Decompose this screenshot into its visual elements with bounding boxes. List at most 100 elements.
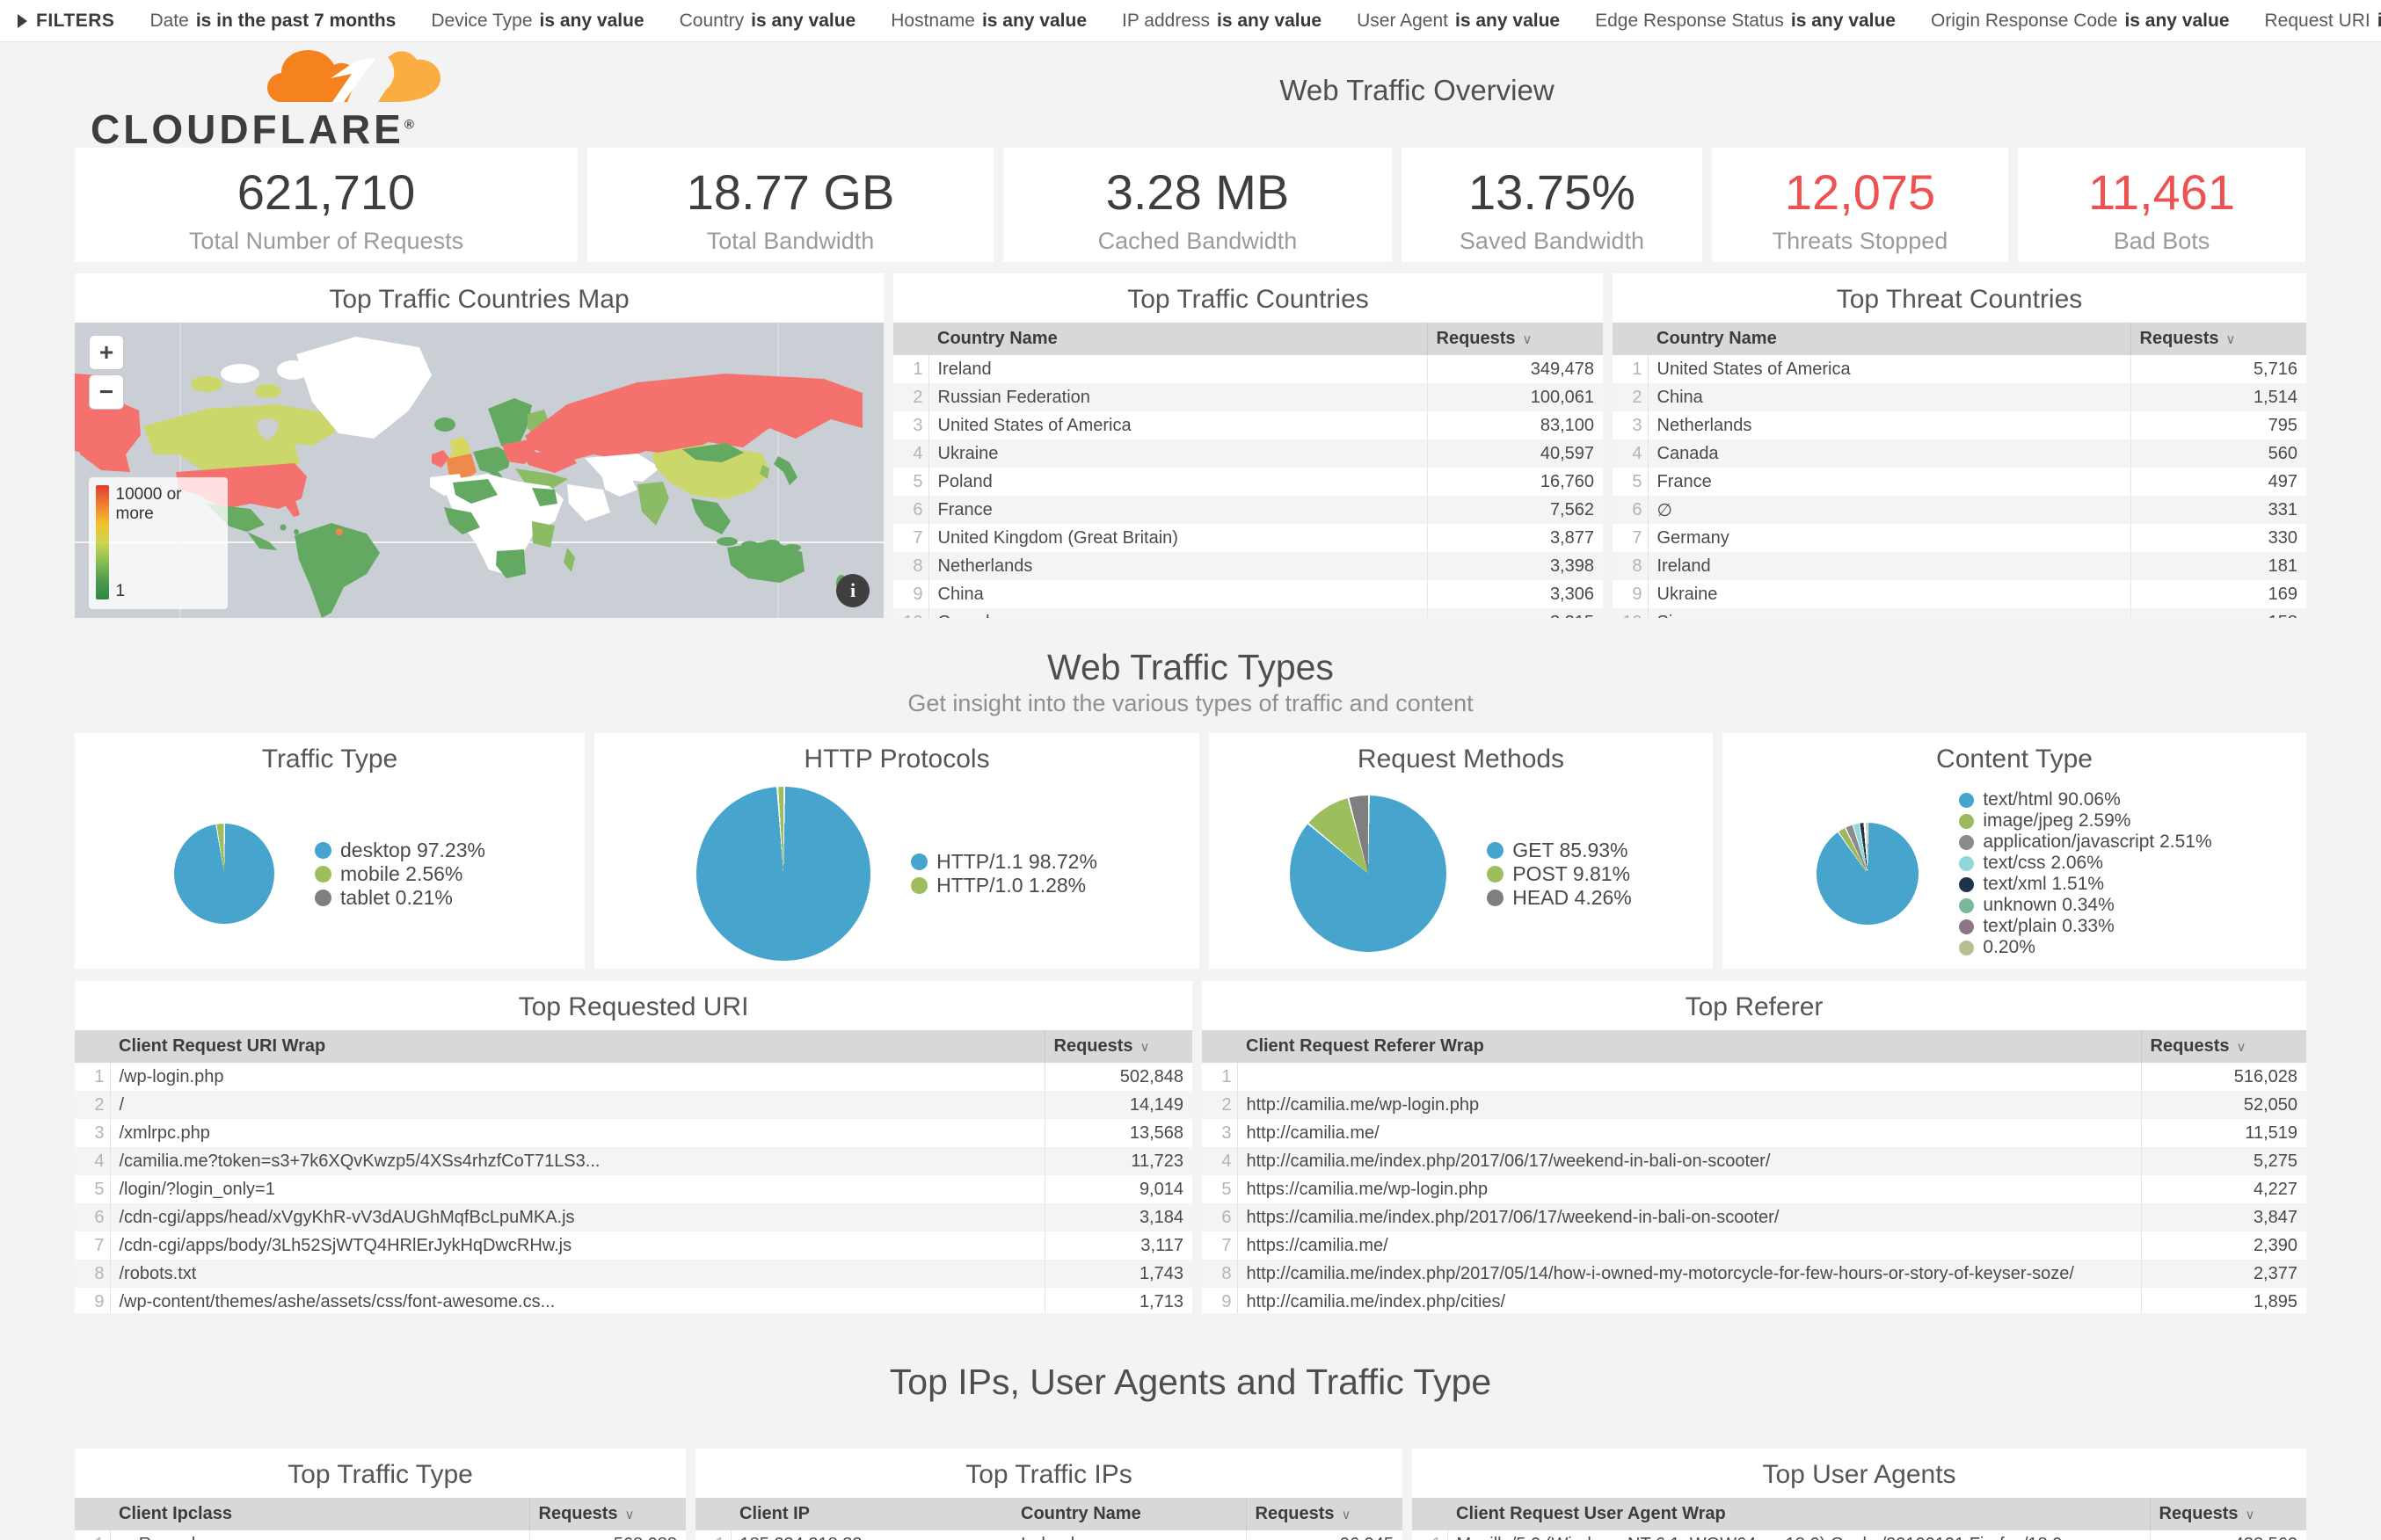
- requests-cell[interactable]: 497: [2130, 468, 2306, 496]
- referer-cell[interactable]: https://camilia.me/wp-login.php: [1237, 1175, 2141, 1203]
- column-header-country[interactable]: Country Name: [1012, 1498, 1246, 1530]
- legend-item[interactable]: POST 9.81%: [1487, 862, 1632, 886]
- requests-cell[interactable]: 3,306: [1427, 580, 1603, 608]
- uri-cell[interactable]: /xmlrpc.php: [110, 1119, 1045, 1147]
- column-header-requests[interactable]: Requests: [1246, 1498, 1402, 1530]
- table-row[interactable]: 3 /xmlrpc.php 13,568: [75, 1119, 1192, 1147]
- table-row[interactable]: 10 Canada 3,215: [893, 608, 1603, 618]
- country-cell[interactable]: ∅: [1648, 496, 2130, 524]
- country-cell[interactable]: Singapore: [1648, 608, 2130, 618]
- map-zoom-out-button[interactable]: −: [89, 374, 124, 410]
- requests-cell[interactable]: 516,028: [2141, 1063, 2306, 1091]
- requests-cell[interactable]: 169: [2130, 580, 2306, 608]
- http-protocols-pie-chart[interactable]: [696, 787, 870, 961]
- requests-cell[interactable]: 3,215: [1427, 608, 1603, 618]
- column-header-client-ip[interactable]: Client IP: [731, 1498, 1012, 1530]
- table-row[interactable]: 4 http://camilia.me/index.php/2017/06/17…: [1202, 1147, 2306, 1175]
- table-row[interactable]: 1 noRecord 568,088: [75, 1530, 686, 1540]
- requests-cell[interactable]: 2,377: [2141, 1260, 2306, 1288]
- table-row[interactable]: 1 185.234.218.33 Ireland 96,945: [695, 1530, 1402, 1540]
- legend-item[interactable]: GET 85.93%: [1487, 839, 1632, 862]
- requests-cell[interactable]: 1,895: [2141, 1288, 2306, 1313]
- column-header-requests[interactable]: Requests: [1045, 1030, 1192, 1063]
- world-map[interactable]: + − 10000 or more 1: [75, 323, 884, 618]
- column-header-country[interactable]: Country Name: [1648, 323, 2130, 355]
- filter-pill[interactable]: Country is any value: [680, 11, 856, 32]
- table-row[interactable]: 3 Netherlands 795: [1613, 411, 2306, 439]
- table-row[interactable]: 9 Ukraine 169: [1613, 580, 2306, 608]
- country-cell[interactable]: Canada: [1648, 439, 2130, 468]
- uri-cell[interactable]: /wp-login.php: [110, 1063, 1045, 1091]
- country-cell[interactable]: Netherlands: [928, 552, 1427, 580]
- table-row[interactable]: 6 ∅ 331: [1613, 496, 2306, 524]
- uri-cell[interactable]: /camilia.me?token=s3+7k6XQvKwzp5/4XSs4rh…: [110, 1147, 1045, 1175]
- filter-pill[interactable]: Hostname is any value: [891, 11, 1087, 32]
- country-cell[interactable]: United Kingdom (Great Britain): [928, 524, 1427, 552]
- legend-item[interactable]: image/jpeg 2.59%: [1959, 810, 2211, 832]
- column-header-country[interactable]: Country Name: [928, 323, 1427, 355]
- table-row[interactable]: 2 http://camilia.me/wp-login.php 52,050: [1202, 1091, 2306, 1119]
- referer-cell[interactable]: http://camilia.me/wp-login.php: [1237, 1091, 2141, 1119]
- requests-cell[interactable]: 349,478: [1427, 355, 1603, 383]
- table-row[interactable]: 8 Netherlands 3,398: [893, 552, 1603, 580]
- uri-cell[interactable]: /cdn-cgi/apps/body/3Lh52SjWTQ4HRlErJykHq…: [110, 1231, 1045, 1260]
- requests-cell[interactable]: 100,061: [1427, 383, 1603, 411]
- requests-cell[interactable]: 3,117: [1045, 1231, 1192, 1260]
- filter-pill[interactable]: Edge Response Status is any value: [1595, 11, 1896, 32]
- column-header-requests[interactable]: Requests: [2141, 1030, 2306, 1063]
- requests-cell[interactable]: 16,760: [1427, 468, 1603, 496]
- column-header-uri[interactable]: Client Request URI Wrap: [110, 1030, 1045, 1063]
- table-row[interactable]: 6 /cdn-cgi/apps/head/xVgyKhR-vV3dAUGhMqf…: [75, 1203, 1192, 1231]
- country-cell[interactable]: France: [928, 496, 1427, 524]
- table-row[interactable]: 1 United States of America 5,716: [1613, 355, 2306, 383]
- info-icon[interactable]: [836, 574, 870, 607]
- table-row[interactable]: 9 China 3,306: [893, 580, 1603, 608]
- table-row[interactable]: 1 Mozilla/5.0 (Windows NT 6.1; WOW64; rv…: [1412, 1530, 2306, 1540]
- table-row[interactable]: 8 Ireland 181: [1613, 552, 2306, 580]
- legend-item[interactable]: unknown 0.34%: [1959, 895, 2211, 916]
- requests-cell[interactable]: 13,568: [1045, 1119, 1192, 1147]
- table-row[interactable]: 7 https://camilia.me/ 2,390: [1202, 1231, 2306, 1260]
- requests-cell[interactable]: 52,050: [2141, 1091, 2306, 1119]
- referer-cell[interactable]: [1237, 1063, 2141, 1091]
- table-row[interactable]: 2 / 14,149: [75, 1091, 1192, 1119]
- filter-pill[interactable]: Device Type is any value: [431, 11, 644, 32]
- country-cell[interactable]: Ukraine: [1648, 580, 2130, 608]
- referer-cell[interactable]: http://camilia.me/index.php/2017/06/17/w…: [1237, 1147, 2141, 1175]
- requests-cell[interactable]: 1,713: [1045, 1288, 1192, 1313]
- legend-item[interactable]: 0.20%: [1959, 937, 2211, 958]
- table-row[interactable]: 3 United States of America 83,100: [893, 411, 1603, 439]
- traffic-type-pie-chart[interactable]: [174, 824, 274, 924]
- requests-cell[interactable]: 40,597: [1427, 439, 1603, 468]
- requests-cell[interactable]: 9,014: [1045, 1175, 1192, 1203]
- uri-cell[interactable]: /robots.txt: [110, 1260, 1045, 1288]
- referer-cell[interactable]: http://camilia.me/index.php/2017/05/14/h…: [1237, 1260, 2141, 1288]
- legend-item[interactable]: text/xml 1.51%: [1959, 874, 2211, 895]
- map-zoom-in-button[interactable]: +: [89, 335, 124, 370]
- requests-cell[interactable]: 5,275: [2141, 1147, 2306, 1175]
- table-row[interactable]: 4 Canada 560: [1613, 439, 2306, 468]
- requests-cell[interactable]: 96,945: [1246, 1530, 1402, 1540]
- filter-pill[interactable]: IP address is any value: [1122, 11, 1322, 32]
- table-row[interactable]: 5 https://camilia.me/wp-login.php 4,227: [1202, 1175, 2306, 1203]
- column-header-requests[interactable]: Requests: [1427, 323, 1603, 355]
- filter-pill[interactable]: User Agent is any value: [1357, 11, 1560, 32]
- table-row[interactable]: 6 France 7,562: [893, 496, 1603, 524]
- country-cell[interactable]: Ireland: [1648, 552, 2130, 580]
- legend-item[interactable]: text/plain 0.33%: [1959, 916, 2211, 937]
- requests-cell[interactable]: 438,562: [2150, 1530, 2306, 1540]
- country-cell[interactable]: France: [1648, 468, 2130, 496]
- table-row[interactable]: 9 http://camilia.me/index.php/cities/ 1,…: [1202, 1288, 2306, 1313]
- country-cell[interactable]: China: [928, 580, 1427, 608]
- country-cell[interactable]: United States of America: [1648, 355, 2130, 383]
- filters-toggle[interactable]: FILTERS: [18, 11, 114, 32]
- table-row[interactable]: 4 Ukraine 40,597: [893, 439, 1603, 468]
- table-row[interactable]: 8 /robots.txt 1,743: [75, 1260, 1192, 1288]
- country-cell[interactable]: Ukraine: [928, 439, 1427, 468]
- table-row[interactable]: 6 https://camilia.me/index.php/2017/06/1…: [1202, 1203, 2306, 1231]
- requests-cell[interactable]: 7,562: [1427, 496, 1603, 524]
- legend-item[interactable]: tablet 0.21%: [315, 886, 485, 910]
- column-header-ipclass[interactable]: Client Ipclass: [110, 1498, 529, 1530]
- requests-cell[interactable]: 568,088: [529, 1530, 686, 1540]
- column-header-requests[interactable]: Requests: [529, 1498, 686, 1530]
